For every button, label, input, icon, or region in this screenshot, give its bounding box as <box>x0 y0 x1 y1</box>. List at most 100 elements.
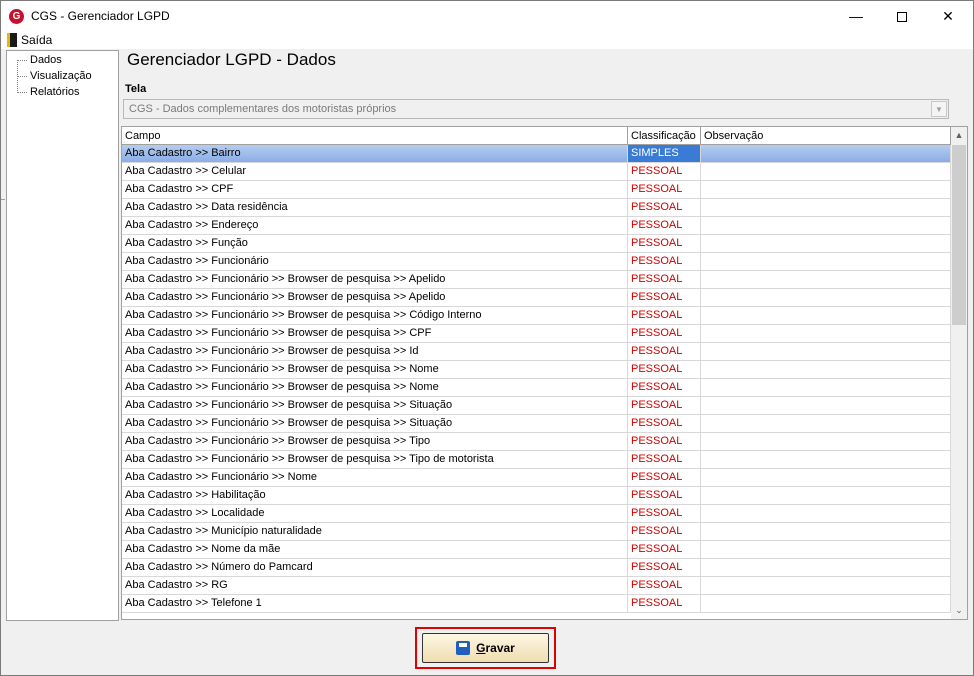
table-row[interactable]: Aba Cadastro >> Nome da mãe PESSOAL <box>122 541 951 559</box>
cell-observacao[interactable] <box>701 217 951 234</box>
cell-observacao[interactable] <box>701 559 951 576</box>
table-row[interactable]: Aba Cadastro >> Telefone 1 PESSOAL <box>122 595 951 613</box>
cell-observacao[interactable] <box>701 361 951 378</box>
cell-classificacao[interactable]: PESSOAL <box>628 505 701 522</box>
cell-classificacao[interactable]: PESSOAL <box>628 541 701 558</box>
table-row[interactable]: Aba Cadastro >> Município naturalidade PE… <box>122 523 951 541</box>
cell-classificacao[interactable]: PESSOAL <box>628 289 701 306</box>
tree-item-relatorios[interactable]: Relatórios <box>17 84 80 100</box>
table-row[interactable]: Aba Cadastro >> Funcionário >> Browser d… <box>122 379 951 397</box>
cell-observacao[interactable] <box>701 145 951 162</box>
scroll-down-icon[interactable]: ⌄ <box>951 602 967 619</box>
table-row[interactable]: Aba Cadastro >> Funcionário >> Browser d… <box>122 433 951 451</box>
edge-mark <box>1 199 5 200</box>
cell-observacao[interactable] <box>701 163 951 180</box>
cell-observacao[interactable] <box>701 397 951 414</box>
scroll-thumb[interactable] <box>952 145 966 325</box>
column-header-observacao[interactable]: Observação <box>701 127 951 145</box>
cell-classificacao[interactable]: PESSOAL <box>628 271 701 288</box>
cell-observacao[interactable] <box>701 595 951 612</box>
cell-classificacao[interactable]: PESSOAL <box>628 577 701 594</box>
cell-observacao[interactable] <box>701 271 951 288</box>
cell-observacao[interactable] <box>701 523 951 540</box>
table-row[interactable]: Aba Cadastro >> Funcionário >> Browser d… <box>122 271 951 289</box>
table-row[interactable]: Aba Cadastro >> Localidade PESSOAL <box>122 505 951 523</box>
chevron-down-icon[interactable]: ▼ <box>931 101 947 117</box>
cell-classificacao[interactable]: PESSOAL <box>628 325 701 342</box>
cell-classificacao[interactable]: PESSOAL <box>628 451 701 468</box>
cell-observacao[interactable] <box>701 235 951 252</box>
table-row[interactable]: Aba Cadastro >> Endereço PESSOAL <box>122 217 951 235</box>
cell-classificacao[interactable]: SIMPLES <box>628 145 701 162</box>
table-row[interactable]: Aba Cadastro >> Funcionário >> Browser d… <box>122 397 951 415</box>
table-row[interactable]: Aba Cadastro >> Funcionário >> Nome PESSO… <box>122 469 951 487</box>
maximize-button[interactable] <box>879 1 925 31</box>
cell-observacao[interactable] <box>701 181 951 198</box>
table-row[interactable]: Aba Cadastro >> Funcionário >> Browser d… <box>122 361 951 379</box>
cell-observacao[interactable] <box>701 505 951 522</box>
cell-campo: Aba Cadastro >> Funcionário >> Browser d… <box>122 271 628 288</box>
table-row[interactable]: Aba Cadastro >> Funcionário >> Browser d… <box>122 307 951 325</box>
cell-classificacao[interactable]: PESSOAL <box>628 307 701 324</box>
table-row[interactable]: Aba Cadastro >> Bairro SIMPLES <box>122 145 951 163</box>
cell-observacao[interactable] <box>701 469 951 486</box>
column-header-classificacao[interactable]: Classificação <box>628 127 701 145</box>
cell-classificacao[interactable]: PESSOAL <box>628 559 701 576</box>
cell-classificacao[interactable]: PESSOAL <box>628 235 701 252</box>
tree-item-visualizacao[interactable]: Visualização <box>17 68 92 84</box>
cell-observacao[interactable] <box>701 307 951 324</box>
cell-observacao[interactable] <box>701 289 951 306</box>
cell-classificacao[interactable]: PESSOAL <box>628 217 701 234</box>
cell-observacao[interactable] <box>701 487 951 504</box>
table-row[interactable]: Aba Cadastro >> Data residência PESSOAL <box>122 199 951 217</box>
cell-classificacao[interactable]: PESSOAL <box>628 343 701 360</box>
cell-campo: Aba Cadastro >> Funcionário >> Browser d… <box>122 397 628 414</box>
cell-observacao[interactable] <box>701 415 951 432</box>
cell-classificacao[interactable]: PESSOAL <box>628 415 701 432</box>
cell-campo: Aba Cadastro >> Funcionário >> Browser d… <box>122 343 628 360</box>
cell-observacao[interactable] <box>701 253 951 270</box>
table-row[interactable]: Aba Cadastro >> CPF PESSOAL <box>122 181 951 199</box>
tela-select[interactable]: CGS - Dados complementares dos motorista… <box>123 99 949 119</box>
cell-observacao[interactable] <box>701 343 951 360</box>
table-row[interactable]: Aba Cadastro >> Habilitação PESSOAL <box>122 487 951 505</box>
cell-classificacao[interactable]: PESSOAL <box>628 361 701 378</box>
cell-observacao[interactable] <box>701 199 951 216</box>
cell-observacao[interactable] <box>701 577 951 594</box>
table-row[interactable]: Aba Cadastro >> Funcionário >> Browser d… <box>122 451 951 469</box>
tree-item-dados[interactable]: Dados <box>17 52 62 68</box>
cell-observacao[interactable] <box>701 433 951 450</box>
cell-observacao[interactable] <box>701 325 951 342</box>
cell-classificacao[interactable]: PESSOAL <box>628 163 701 180</box>
cell-classificacao[interactable]: PESSOAL <box>628 469 701 486</box>
cell-classificacao[interactable]: PESSOAL <box>628 487 701 504</box>
table-row[interactable]: Aba Cadastro >> Número do Pamcard PESSOAL <box>122 559 951 577</box>
cell-classificacao[interactable]: PESSOAL <box>628 595 701 612</box>
cell-campo: Aba Cadastro >> Funcionário >> Browser d… <box>122 361 628 378</box>
vertical-scrollbar[interactable]: ▲ ⌄ <box>951 127 967 619</box>
table-row[interactable]: Aba Cadastro >> Funcionário >> Browser d… <box>122 325 951 343</box>
table-row[interactable]: Aba Cadastro >> RG PESSOAL <box>122 577 951 595</box>
cell-observacao[interactable] <box>701 379 951 396</box>
table-row[interactable]: Aba Cadastro >> Funcionário >> Browser d… <box>122 343 951 361</box>
cell-observacao[interactable] <box>701 451 951 468</box>
cell-classificacao[interactable]: PESSOAL <box>628 397 701 414</box>
cell-classificacao[interactable]: PESSOAL <box>628 181 701 198</box>
cell-classificacao[interactable]: PESSOAL <box>628 523 701 540</box>
cell-classificacao[interactable]: PESSOAL <box>628 199 701 216</box>
table-row[interactable]: Aba Cadastro >> Celular PESSOAL <box>122 163 951 181</box>
close-button[interactable]: ✕ <box>925 1 971 31</box>
menu-exit[interactable]: Saída <box>6 32 52 48</box>
minimize-button[interactable]: — <box>833 1 879 31</box>
column-header-campo[interactable]: Campo <box>122 127 628 145</box>
table-row[interactable]: Aba Cadastro >> Funcionário >> Browser d… <box>122 415 951 433</box>
scroll-up-icon[interactable]: ▲ <box>951 127 967 144</box>
save-button[interactable]: Gravar <box>422 633 549 663</box>
table-row[interactable]: Aba Cadastro >> Funcionário >> Browser d… <box>122 289 951 307</box>
cell-classificacao[interactable]: PESSOAL <box>628 433 701 450</box>
cell-observacao[interactable] <box>701 541 951 558</box>
cell-classificacao[interactable]: PESSOAL <box>628 379 701 396</box>
table-row[interactable]: Aba Cadastro >> Função PESSOAL <box>122 235 951 253</box>
cell-classificacao[interactable]: PESSOAL <box>628 253 701 270</box>
table-row[interactable]: Aba Cadastro >> Funcionário PESSOAL <box>122 253 951 271</box>
